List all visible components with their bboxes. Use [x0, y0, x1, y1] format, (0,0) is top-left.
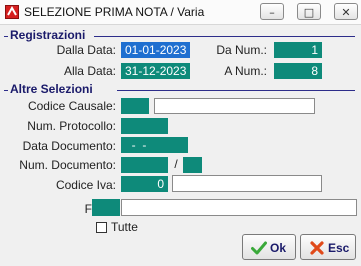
codice-iva-field[interactable]: 0 — [121, 176, 168, 192]
codice-causale-field[interactable] — [121, 98, 149, 114]
section-line-right — [94, 36, 355, 37]
maximize-button[interactable]: □ — [297, 3, 321, 20]
maximize-icon: □ — [303, 6, 315, 19]
tutte-label: Tutte — [111, 220, 138, 234]
tutte-checkbox[interactable] — [96, 222, 107, 233]
app-icon — [5, 5, 19, 19]
codice-causale-label: Codice Causale: — [27, 99, 116, 113]
filiale-field[interactable] — [92, 199, 120, 216]
minimize-button[interactable]: – — [260, 3, 284, 20]
data-documento-field[interactable]: - - — [121, 137, 188, 153]
alla-data-label: Alla Data: — [63, 64, 116, 78]
filiale-description[interactable] — [121, 199, 357, 216]
num-documento-suffix-field[interactable] — [183, 157, 202, 173]
minimize-icon: – — [269, 6, 275, 19]
dalla-data-field[interactable]: 01-01-2023 — [121, 42, 190, 58]
codice-iva-label: Codice Iva: — [55, 178, 116, 192]
section-line-left — [4, 36, 8, 37]
section-line-left — [4, 90, 8, 91]
num-documento-field[interactable] — [121, 157, 168, 173]
da-num-field[interactable]: 1 — [274, 42, 322, 58]
esc-button[interactable]: Esc — [300, 234, 356, 260]
num-protocollo-label: Num. Protocollo: — [27, 119, 116, 133]
registrazioni-title: Registrazioni — [10, 28, 86, 42]
ok-button[interactable]: Ok — [242, 234, 296, 260]
altre-selezioni-title: Altre Selezioni — [10, 82, 93, 96]
a-num-label: A Num.: — [224, 64, 267, 78]
cancel-x-icon — [310, 241, 324, 255]
data-documento-label: Data Documento: — [22, 139, 116, 153]
esc-button-label: Esc — [328, 241, 350, 255]
a-num-field[interactable]: 8 — [274, 63, 322, 79]
window-title: SELEZIONE PRIMA NOTA / Varia — [24, 5, 205, 19]
ok-button-label: Ok — [270, 241, 287, 255]
num-protocollo-field[interactable] — [121, 118, 168, 134]
da-num-label: Da Num.: — [216, 43, 267, 57]
codice-iva-description[interactable] — [172, 175, 322, 192]
close-icon: ✕ — [341, 6, 351, 19]
dalla-data-label: Dalla Data: — [56, 43, 116, 57]
close-button[interactable]: ✕ — [334, 3, 358, 20]
checkmark-icon — [251, 241, 267, 255]
codice-causale-description[interactable] — [154, 98, 315, 114]
num-documento-label: Num. Documento: — [19, 158, 116, 172]
section-line-right — [117, 90, 355, 91]
num-documento-separator: / — [174, 157, 178, 171]
title-bar: SELEZIONE PRIMA NOTA / Varia – □ ✕ — [0, 0, 361, 25]
alla-data-field[interactable]: 31-12-2023 — [121, 63, 190, 79]
